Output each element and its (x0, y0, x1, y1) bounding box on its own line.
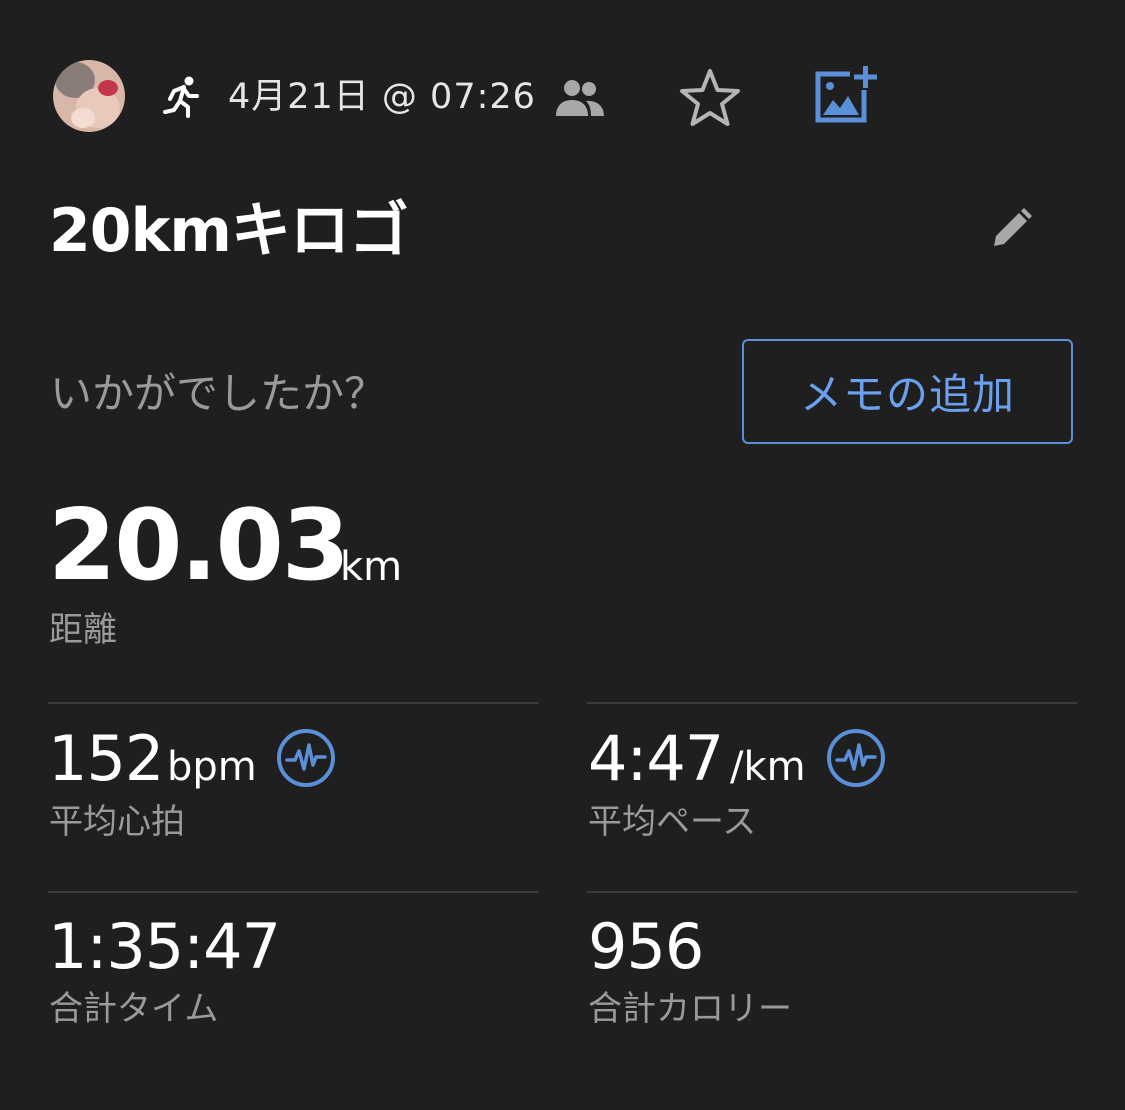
divider (587, 891, 1077, 893)
avatar[interactable] (53, 60, 125, 132)
total-calories-label: 合計カロリー (588, 989, 792, 1029)
distance-value: 20.03 (48, 489, 350, 603)
avg-pace-value: 4:47 (588, 722, 724, 795)
divider (48, 702, 539, 704)
activity-date-time: 4月21日 @ 07:26 (228, 77, 536, 117)
activity-title: 20kmキロゴ (49, 196, 409, 266)
avg-heart-rate-unit: bpm (167, 744, 257, 790)
running-icon (158, 74, 204, 120)
avg-heart-rate-label: 平均心拍 (49, 802, 185, 842)
activity-pulse-icon[interactable] (275, 727, 337, 789)
total-time-label: 合計タイム (49, 989, 219, 1029)
distance-label: 距離 (49, 610, 117, 650)
star-outline-icon[interactable] (676, 66, 744, 130)
avg-heart-rate-value: 152 (48, 722, 164, 795)
avg-pace-unit: /km (730, 744, 806, 790)
avg-pace-label: 平均ペース (588, 802, 757, 842)
total-time-value: 1:35:47 (48, 910, 281, 983)
add-memo-button[interactable]: メモの追加 (742, 339, 1073, 444)
distance-unit: km (340, 544, 403, 590)
divider (587, 702, 1077, 704)
feeling-prompt: いかがでしたか？ (50, 369, 387, 418)
total-calories-value: 956 (588, 910, 704, 983)
divider (48, 891, 539, 893)
people-icon (552, 76, 608, 120)
add-photo-icon[interactable] (810, 64, 880, 126)
pencil-icon[interactable] (986, 204, 1036, 254)
activity-pulse-icon[interactable] (825, 727, 887, 789)
